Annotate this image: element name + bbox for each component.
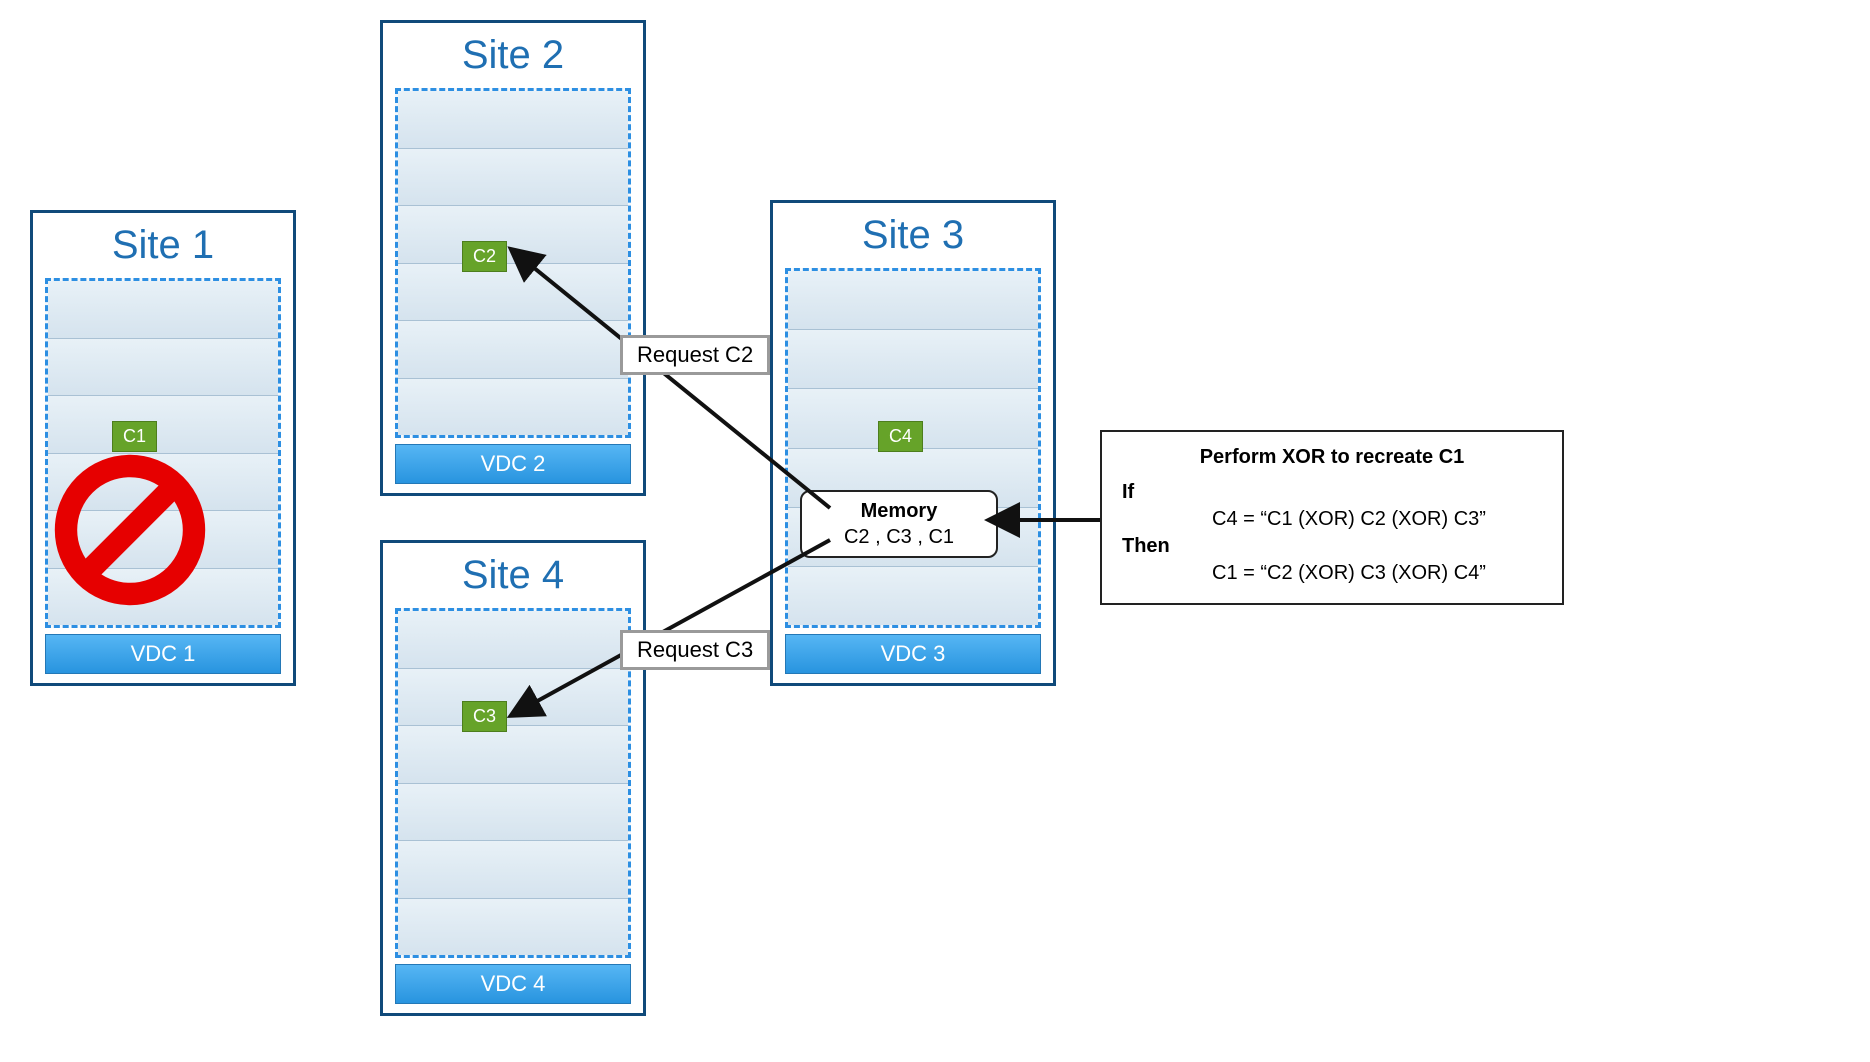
site-1-vdc-label: VDC 1 [45, 634, 281, 674]
site-2-vdc-label: VDC 2 [395, 444, 631, 484]
chunk-c1-chip: C1 [112, 421, 157, 452]
site-2-box: Site 2 C2 VDC 2 [380, 20, 646, 496]
site-4-title: Site 4 [383, 543, 643, 602]
site-3-storage: C4 [785, 268, 1041, 628]
site-3-box: Site 3 C4 VDC 3 [770, 200, 1056, 686]
site-4-vdc-label: VDC 4 [395, 964, 631, 1004]
site-1-title: Site 1 [33, 213, 293, 272]
site-3-vdc-label: VDC 3 [785, 634, 1041, 674]
site-2-storage: C2 [395, 88, 631, 438]
memory-contents: C2 , C3 , C1 [814, 524, 984, 550]
memory-title: Memory [814, 498, 984, 524]
site-4-storage: C3 [395, 608, 631, 958]
memory-box: Memory C2 , C3 , C1 [800, 490, 998, 558]
xor-then-body: C1 = “C2 (XOR) C3 (XOR) C4” [1212, 562, 1486, 584]
xor-if-body: C4 = “C1 (XOR) C2 (XOR) C3” [1212, 508, 1486, 530]
site-3-title: Site 3 [773, 203, 1053, 262]
request-c3-label: Request C3 [620, 630, 770, 670]
chunk-c3-chip: C3 [462, 701, 507, 732]
site-4-box: Site 4 C3 VDC 4 [380, 540, 646, 1016]
no-entry-icon [50, 450, 210, 615]
chunk-c2-chip: C2 [462, 241, 507, 272]
request-c2-label: Request C2 [620, 335, 770, 375]
xor-explanation-box: Perform XOR to recreate C1 If C4 = “C1 (… [1100, 430, 1564, 605]
xor-title: Perform XOR to recreate C1 [1122, 446, 1542, 469]
diagram-canvas: Site 1 C1 VDC 1 Site 2 C2 VDC 2 Site 4 [0, 0, 1870, 1062]
xor-if-keyword: If [1122, 481, 1182, 504]
site-2-title: Site 2 [383, 23, 643, 82]
chunk-c4-chip: C4 [878, 421, 923, 452]
xor-then-keyword: Then [1122, 535, 1182, 558]
